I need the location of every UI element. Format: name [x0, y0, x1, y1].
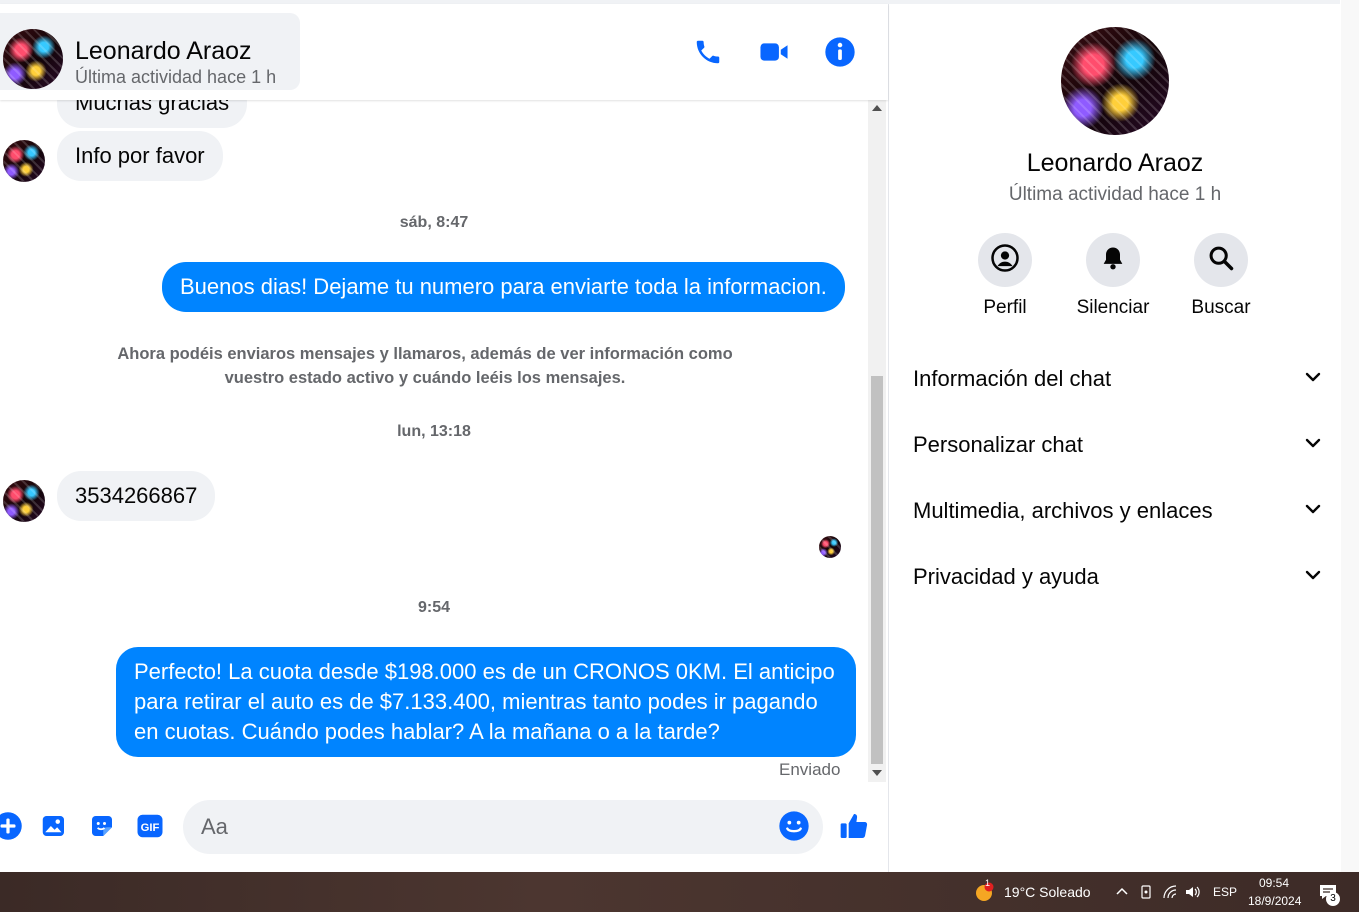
weather-text[interactable]: 19°C Soleado: [1004, 884, 1091, 900]
profile-avatar[interactable]: [1061, 27, 1169, 135]
bell-icon: [1099, 244, 1127, 277]
message-line: en cuotas. Cuándo podes hablar? A la mañ…: [134, 719, 720, 744]
page-scrollbar[interactable]: [1341, 0, 1359, 872]
device-icon[interactable]: [1138, 884, 1154, 900]
section-label: Privacidad y ayuda: [913, 564, 1099, 589]
chevron-down-icon: [1303, 565, 1323, 590]
timestamp: lun, 13:18: [397, 423, 471, 440]
scroll-down-arrow[interactable]: [872, 770, 882, 776]
search-button[interactable]: Buscar: [1176, 233, 1266, 319]
volume-icon[interactable]: [1185, 884, 1201, 900]
sticker-icon[interactable]: [86, 810, 118, 842]
profile-name: Leonardo Araoz: [1026, 149, 1204, 177]
section-label: Multimedia, archivos y enlaces: [913, 498, 1213, 523]
plus-icon[interactable]: [0, 810, 24, 842]
section-privacy-help[interactable]: Privacidad y ayuda: [913, 555, 1323, 599]
chevron-down-icon: [1303, 499, 1323, 524]
weather-alert-badge: 1: [985, 878, 991, 888]
profile-last-active: Última actividad hace 1 h: [1008, 184, 1222, 205]
scroll-thumb[interactable]: [871, 376, 883, 764]
sender-avatar[interactable]: [3, 140, 45, 182]
scroll-up-arrow[interactable]: [872, 105, 882, 111]
message-line: para retirar el auto es de $7.133.400, m…: [134, 689, 818, 714]
message-list[interactable]: Muchas gracias Info por favor sáb, 8:47 …: [0, 100, 868, 782]
sent-status: Enviado: [779, 760, 841, 779]
windows-taskbar: 1 19°C Soleado ESP 09:54 18/9/2024 3: [0, 872, 1359, 912]
system-notice: Ahora podéis enviaros mensajes y llamaro…: [95, 342, 755, 390]
language-indicator[interactable]: ESP: [1213, 885, 1237, 899]
search-label: Buscar: [1191, 297, 1251, 318]
clock-time[interactable]: 09:54: [1259, 876, 1289, 890]
message-line: Perfecto! La cuota desde $198.000 es de …: [134, 659, 835, 684]
contact-name[interactable]: Leonardo Araoz: [75, 37, 252, 66]
system-notice-line: Ahora podéis enviaros mensajes y llamaro…: [117, 345, 733, 363]
read-receipt-avatar: [819, 536, 841, 558]
contact-avatar[interactable]: [3, 29, 63, 89]
chat-header: Leonardo Araoz Última actividad hace 1 h: [0, 4, 888, 100]
chevron-down-icon: [1303, 433, 1323, 458]
wifi-icon[interactable]: [1162, 884, 1178, 900]
mute-button[interactable]: Silenciar: [1068, 233, 1158, 319]
incoming-message[interactable]: 3534266867: [57, 471, 216, 521]
gif-label: GIF: [141, 822, 160, 834]
thumbs-up-icon[interactable]: [838, 810, 870, 842]
photo-gallery-icon[interactable]: [38, 810, 70, 842]
notification-count: 3: [1326, 892, 1340, 906]
contact-chip[interactable]: Leonardo Araoz Última actividad hace 1 h: [0, 13, 300, 90]
phone-icon[interactable]: [690, 34, 726, 70]
incoming-message[interactable]: Info por favor: [57, 131, 223, 181]
gif-icon[interactable]: GIF: [134, 810, 166, 842]
scrollbar[interactable]: [868, 100, 886, 782]
mute-label: Silenciar: [1076, 297, 1150, 318]
search-icon: [1207, 244, 1235, 277]
timestamp: 9:54: [417, 599, 451, 616]
video-camera-icon[interactable]: [756, 34, 792, 70]
chat-details-panel: Leonardo Araoz Última actividad hace 1 h…: [889, 4, 1341, 872]
weather-sun-icon[interactable]: [974, 882, 994, 902]
profile-button[interactable]: Perfil: [960, 233, 1050, 319]
profile-label: Perfil: [983, 297, 1027, 318]
section-media-files-links[interactable]: Multimedia, archivos y enlaces: [913, 489, 1323, 533]
section-customize-chat[interactable]: Personalizar chat: [913, 423, 1323, 467]
outgoing-message[interactable]: Perfecto! La cuota desde $198.000 es de …: [116, 647, 856, 757]
system-notice-line: vuestro estado activo y cuándo leéis los…: [224, 369, 626, 387]
clock-date[interactable]: 18/9/2024: [1248, 894, 1301, 908]
incoming-message[interactable]: Muchas gracias: [57, 100, 248, 128]
emoji-icon[interactable]: [778, 810, 810, 842]
outgoing-message[interactable]: Buenos dias! Dejame tu numero para envia…: [162, 262, 845, 312]
composer: GIF: [0, 788, 888, 872]
profile-icon: [990, 243, 1020, 278]
timestamp: sáb, 8:47: [399, 214, 469, 231]
chevron-up-icon[interactable]: [1114, 884, 1130, 900]
sender-avatar[interactable]: [3, 480, 45, 522]
message-input[interactable]: [183, 800, 823, 854]
chevron-down-icon: [1303, 367, 1323, 392]
section-label: Información del chat: [913, 366, 1112, 391]
section-chat-info[interactable]: Información del chat: [913, 357, 1323, 401]
section-label: Personalizar chat: [913, 432, 1083, 457]
info-icon[interactable]: [822, 34, 858, 70]
contact-last-active: Última actividad hace 1 h: [75, 67, 277, 87]
